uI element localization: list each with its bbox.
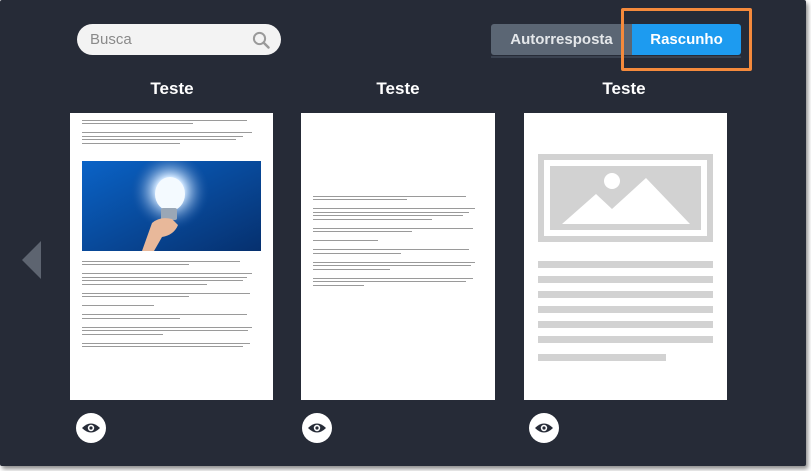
mode-toggle: Autorresposta Rascunho bbox=[491, 24, 741, 55]
preview-button-3[interactable] bbox=[529, 413, 559, 443]
template-title-1: Teste bbox=[150, 79, 194, 98]
preview-text-block bbox=[82, 258, 261, 350]
placeholder-line bbox=[538, 276, 713, 283]
image-placeholder-icon bbox=[538, 154, 713, 242]
placeholder-line bbox=[538, 291, 713, 298]
preview-button-1[interactable] bbox=[76, 413, 106, 443]
template-card-2[interactable] bbox=[301, 113, 495, 400]
toggle-autorresposta[interactable]: Autorresposta bbox=[491, 24, 632, 55]
placeholder-line bbox=[538, 336, 713, 343]
search-input[interactable] bbox=[90, 31, 251, 48]
eye-icon bbox=[82, 423, 100, 433]
preview-button-2[interactable] bbox=[302, 413, 332, 443]
toggle-underline bbox=[491, 56, 741, 58]
template-title-3: Teste bbox=[602, 79, 646, 98]
eye-icon bbox=[308, 423, 326, 433]
template-gallery: Autorresposta Rascunho Teste bbox=[0, 0, 806, 466]
placeholder-line bbox=[538, 321, 713, 328]
toggle-rascunho[interactable]: Rascunho bbox=[632, 24, 741, 55]
template-card-3[interactable] bbox=[524, 113, 727, 400]
chevron-left-icon[interactable] bbox=[22, 241, 41, 279]
template-title-2: Teste bbox=[376, 79, 420, 98]
search-box[interactable] bbox=[77, 24, 281, 55]
placeholder-line bbox=[538, 306, 713, 313]
placeholder-line bbox=[538, 261, 713, 268]
template-card-1[interactable] bbox=[70, 113, 273, 400]
preview-text-block bbox=[82, 117, 261, 146]
search-icon[interactable] bbox=[251, 30, 271, 50]
preview-text-block bbox=[313, 193, 483, 288]
eye-icon bbox=[535, 423, 553, 433]
preview-image bbox=[82, 161, 261, 251]
placeholder-line bbox=[538, 354, 666, 361]
